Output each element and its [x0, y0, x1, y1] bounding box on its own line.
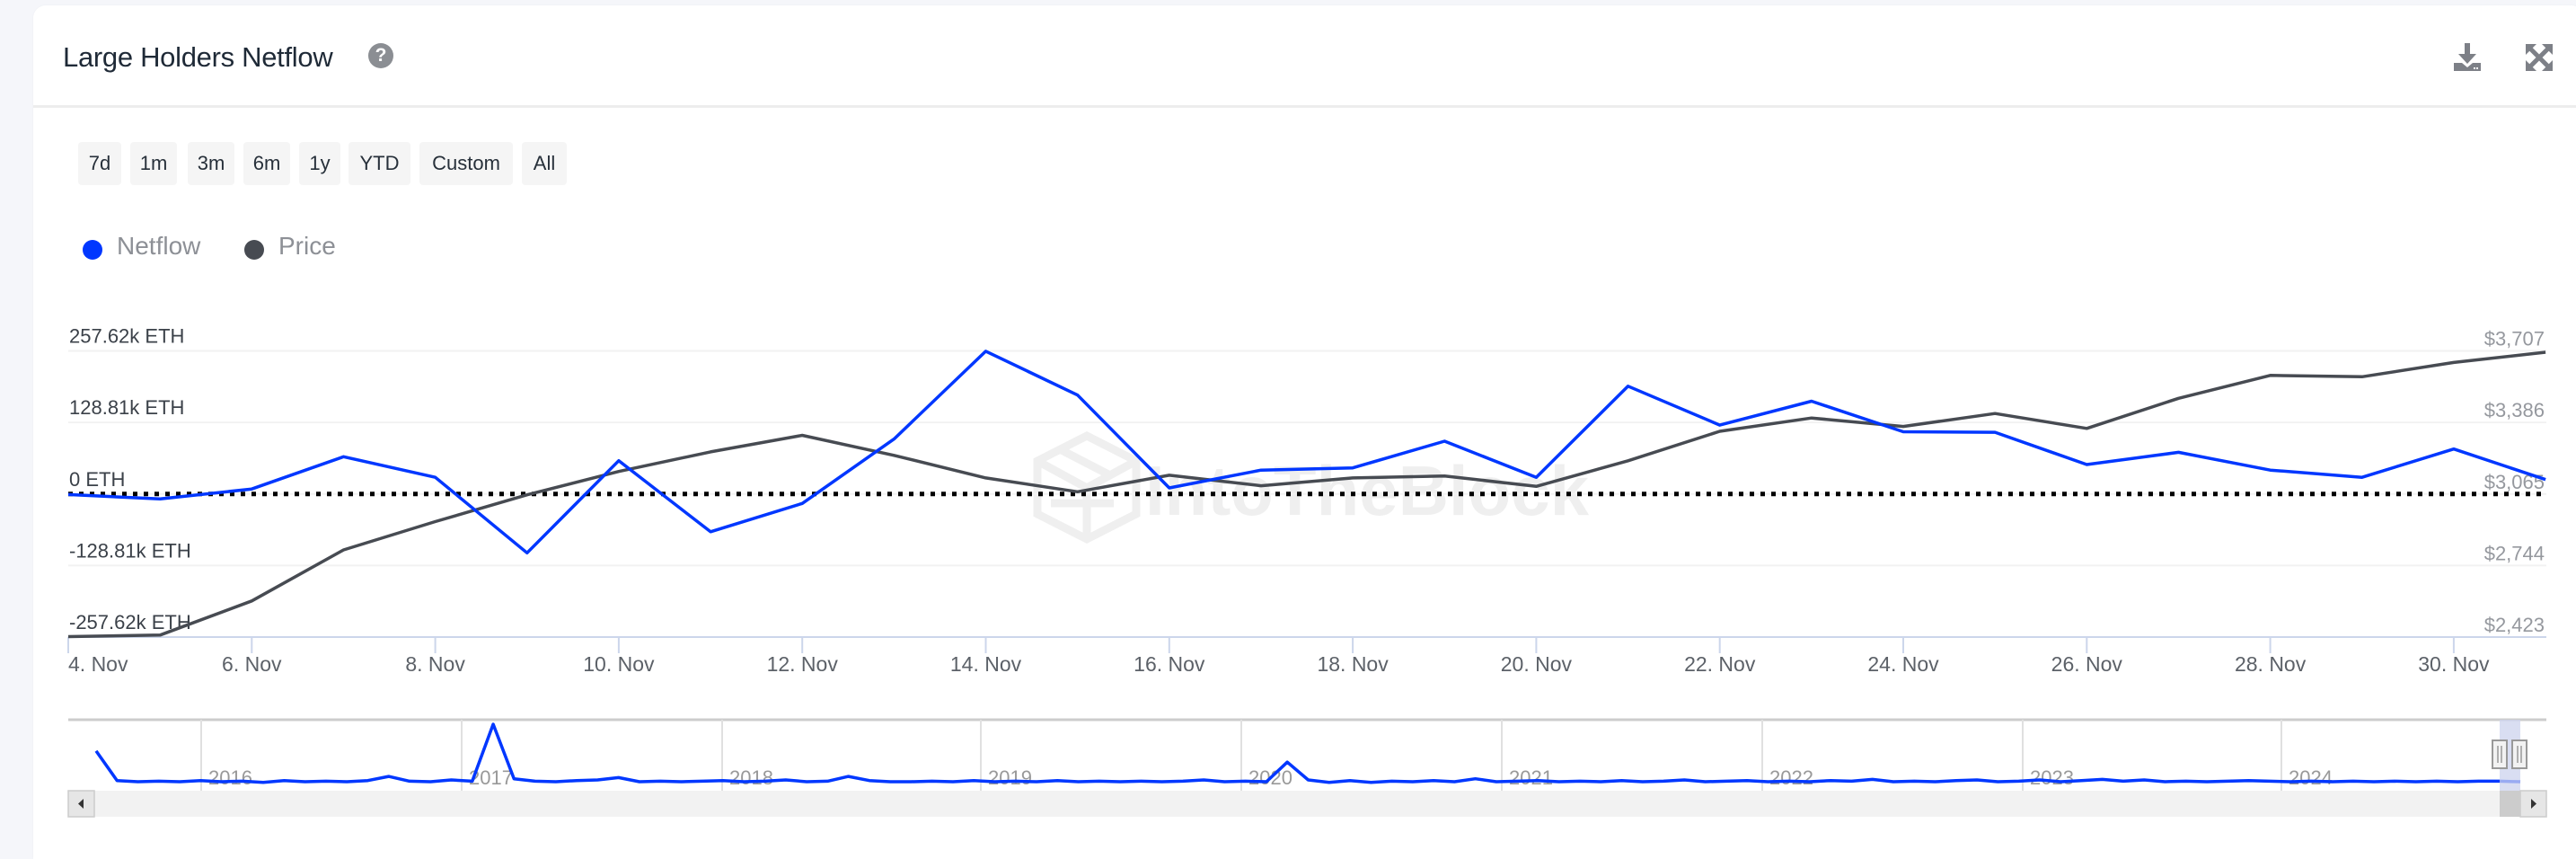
navigator-year-label: 2016 [208, 766, 252, 789]
x-tick-label: 30. Nov [2418, 652, 2490, 676]
y-axis-left: 257.62k ETH128.81k ETH0 ETH-128.81k ETH-… [69, 325, 191, 634]
y-right-tick-label: $2,744 [2484, 542, 2545, 564]
y-right-tick-label: $3,065 [2484, 471, 2545, 493]
x-tick-label: 26. Nov [2051, 652, 2123, 676]
y-left-tick-label: 0 ETH [69, 468, 125, 491]
x-tick-label: 4. Nov [68, 652, 128, 676]
navigator-year-label: 2018 [729, 766, 773, 789]
scroll-left-button[interactable] [67, 790, 95, 818]
navigator-year-label: 2022 [1769, 766, 1813, 789]
navigator-handle-right[interactable] [2511, 739, 2527, 769]
y-axis-right: $3,707 $3,386 $3,065 $2,744 $2,423 [2484, 328, 2545, 637]
x-tick-label: 8. Nov [405, 652, 465, 676]
y-left-tick-label: 128.81k ETH [69, 396, 184, 419]
scrollbar-thumb[interactable] [2500, 791, 2521, 817]
chart-card: Large Holders Netflow ? 7d 1m 3m 6m 1y Y… [33, 5, 2576, 859]
chart-svg: IntoTheBlock 257.62k ETH 128.81k ETH 0 ETH… [67, 325, 2547, 818]
navigator[interactable]: 2016 2017 2018 2019 2020 2021 2022 2023 2024 [68, 718, 2546, 791]
x-tick-label: 28. Nov [2235, 652, 2307, 676]
y-right-tick-label: $3,707 [2484, 328, 2545, 350]
navigator-year-label: 2023 [2030, 766, 2074, 789]
x-tick-label: 20. Nov [1501, 652, 1573, 676]
watermark: IntoTheBlock [1033, 430, 1590, 545]
y-right-tick-label: $2,423 [2484, 614, 2545, 636]
x-tick-label: 24. Nov [1867, 652, 1939, 676]
x-tick-label: 22. Nov [1684, 652, 1756, 676]
navigator-year-label: 2021 [1509, 766, 1553, 789]
x-tick-label: 14. Nov [950, 652, 1022, 676]
x-tick-label: 18. Nov [1317, 652, 1389, 676]
navigator-series [94, 722, 2521, 784]
scrollbar[interactable] [67, 790, 2547, 818]
x-axis: 4. Nov 6. Nov 8. Nov 10. Nov 12. Nov 14. Nov 1… [67, 636, 2546, 676]
scrollbar-track[interactable] [68, 791, 2546, 817]
navigator-year-label: 2024 [2289, 766, 2333, 789]
y-right-tick-label: $3,386 [2484, 399, 2545, 421]
scroll-right-button[interactable] [2519, 790, 2547, 818]
x-tick-label: 6. Nov [222, 652, 282, 676]
navigator-year-label: 2019 [988, 766, 1032, 789]
navigator-handle-left[interactable] [2492, 739, 2508, 769]
navigator-netflow-line [94, 722, 2521, 784]
x-tick-label: 16. Nov [1134, 652, 1205, 676]
y-left-tick-label: -128.81k ETH [69, 539, 191, 562]
y-left-tick-label: 257.62k ETH [69, 325, 184, 348]
x-tick-label: 10. Nov [583, 652, 655, 676]
x-tick-label: 12. Nov [767, 652, 839, 676]
